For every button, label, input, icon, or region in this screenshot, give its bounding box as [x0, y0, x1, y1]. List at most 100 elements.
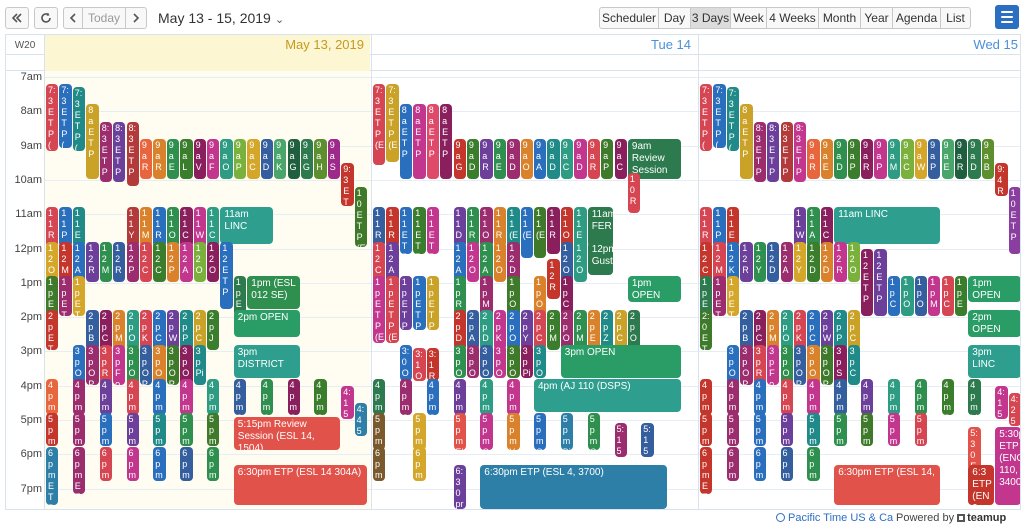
- calendar-event[interactable]: 2p J: [207, 310, 220, 351]
- calendar-event[interactable]: 8:3 ETP: [99, 121, 113, 183]
- calendar-event[interactable]: 8a ETP: [86, 104, 99, 179]
- calendar-event[interactable]: 12 C: [153, 241, 166, 282]
- view-list-button[interactable]: List: [941, 7, 971, 29]
- calendar-event[interactable]: 1p ETP: [726, 275, 740, 317]
- calendar-event[interactable]: 6pm OP: [753, 447, 767, 481]
- calendar-event[interactable]: 4pm (AJ 110 (DSPS): [534, 378, 681, 413]
- view-agenda-button[interactable]: Agenda: [893, 7, 941, 29]
- calendar-event[interactable]: 9:3 ETP: [341, 162, 354, 207]
- calendar-event[interactable]: 8a ETP: [740, 104, 753, 179]
- calendar-event[interactable]: 3p OP: [493, 344, 507, 378]
- calendar-event[interactable]: 4pm DIS: [700, 378, 713, 416]
- calendar-event[interactable]: 12 R: [740, 241, 753, 282]
- calendar-event[interactable]: 12 Y: [753, 241, 767, 282]
- calendar-event[interactable]: 5pm OP: [861, 413, 874, 447]
- calendar-event[interactable]: 7:3 ETP (: [59, 83, 72, 149]
- calendar-event[interactable]: 4pm PR: [480, 378, 493, 416]
- calendar-event[interactable]: 7:3 ETP (: [726, 87, 740, 152]
- calendar-event[interactable]: 9:4 R: [995, 162, 1008, 197]
- calendar-event[interactable]: 3:1 Re: [426, 348, 440, 382]
- calendar-event[interactable]: 8:3 ETP: [793, 121, 807, 183]
- calendar-event[interactable]: 2p M: [547, 310, 560, 351]
- calendar-event[interactable]: 12 R: [86, 241, 99, 282]
- calendar-event[interactable]: 12pm Gust: [587, 241, 614, 275]
- calendar-event[interactable]: 5pm Yusu: [507, 413, 520, 450]
- view-day-button[interactable]: Day: [659, 7, 691, 29]
- calendar-event[interactable]: 5pm Revi: [753, 413, 767, 447]
- calendar-event[interactable]: 3p Fo: [767, 344, 780, 385]
- calendar-event[interactable]: 4pm PR: [207, 378, 220, 416]
- calendar-event[interactable]: 9a D: [968, 138, 981, 179]
- calendar-event[interactable]: 11 (E: [534, 207, 547, 258]
- calendar-event[interactable]: 12 A: [180, 241, 193, 282]
- calendar-event[interactable]: 12 O: [207, 241, 220, 282]
- calendar-event[interactable]: 7:3 ETP (E: [373, 83, 386, 166]
- timezone-link[interactable]: Pacific Time US & Ca: [776, 512, 893, 524]
- calendar-event[interactable]: 1p C: [941, 275, 954, 317]
- calendar-event[interactable]: 6pm OP: [780, 447, 793, 481]
- calendar-event[interactable]: 3p OP: [740, 344, 753, 385]
- calendar-event[interactable]: 9a P: [847, 138, 860, 179]
- calendar-event[interactable]: 9a G: [287, 138, 300, 179]
- calendar-event[interactable]: 12 D: [807, 241, 820, 282]
- calendar-event[interactable]: 5pm OP: [207, 413, 220, 447]
- calendar-event[interactable]: 8:3 ETP: [126, 121, 139, 186]
- calendar-event[interactable]: 8:3 ETP: [113, 121, 126, 183]
- calendar-event[interactable]: 3p OP: [507, 344, 520, 378]
- calendar-event[interactable]: 6pm ETP: [72, 447, 86, 495]
- calendar-event[interactable]: 8a ETP: [413, 104, 426, 179]
- view-month-button[interactable]: Month: [819, 7, 861, 29]
- calendar-event[interactable]: 9a P: [233, 138, 247, 179]
- calendar-event[interactable]: 9a R: [153, 138, 166, 179]
- view-week-button[interactable]: Week: [731, 7, 767, 29]
- calendar-event[interactable]: 5pm OP: [780, 413, 793, 447]
- calendar-event[interactable]: 5pm OP: [834, 413, 847, 447]
- calendar-event[interactable]: 5pm Yaha: [373, 413, 386, 450]
- calendar-event[interactable]: 3p Pi: [520, 344, 533, 378]
- calendar-event[interactable]: 4pm OP: [887, 378, 901, 416]
- calendar-event[interactable]: 9a E: [820, 138, 834, 179]
- calendar-event[interactable]: 5pm OP: [700, 413, 713, 447]
- calendar-event[interactable]: 8a ETP: [440, 104, 453, 179]
- calendar-event[interactable]: 12 ETP: [861, 248, 874, 317]
- calendar-event[interactable]: 4:25p Rev: [1008, 392, 1020, 426]
- calendar-event[interactable]: 10 ETP (E: [354, 186, 367, 248]
- calendar-event[interactable]: 1pm OPEN: [627, 275, 681, 303]
- calendar-event[interactable]: 4pm Revi: [861, 378, 874, 416]
- calendar-event[interactable]: 11am LINC: [220, 207, 274, 244]
- calendar-event[interactable]: 6pm OP: [807, 447, 820, 481]
- calendar-event[interactable]: 7:3 ETP (E: [386, 83, 399, 162]
- calendar-event[interactable]: 4:45 Re: [354, 402, 367, 437]
- calendar-event[interactable]: 1p ETP: [426, 275, 440, 330]
- calendar-event[interactable]: 9a C: [560, 138, 574, 179]
- calendar-event[interactable]: 3p OP: [139, 344, 153, 385]
- calendar-event[interactable]: 3:0 OP: [399, 344, 413, 382]
- calendar-event[interactable]: 11 R: [547, 207, 560, 255]
- calendar-event[interactable]: 5pm OPE: [534, 413, 547, 450]
- calendar-event[interactable]: 1p ETP (E: [373, 275, 386, 344]
- calendar-event[interactable]: 5pm OPE: [413, 413, 426, 450]
- calendar-event[interactable]: 9a D: [547, 138, 560, 179]
- calendar-event[interactable]: 1p ETP: [413, 275, 426, 330]
- calendar-event[interactable]: 6:3 ETP (EN 9,: [968, 464, 995, 505]
- calendar-event[interactable]: 1pm OPEN: [968, 275, 1020, 303]
- calendar-event[interactable]: 3:1 OP: [413, 348, 426, 382]
- calendar-event[interactable]: 9a E: [166, 138, 180, 179]
- calendar-event[interactable]: 9a P: [928, 138, 941, 179]
- calendar-event[interactable]: 8:3 ETP: [753, 121, 767, 183]
- calendar-event[interactable]: 12 ETP: [874, 248, 887, 317]
- calendar-event[interactable]: 6:30pr ETP: [453, 464, 466, 509]
- calendar-event[interactable]: 5pm Bria: [887, 413, 901, 447]
- calendar-event[interactable]: 9a K: [274, 138, 287, 179]
- calendar-event[interactable]: 12 O: [847, 241, 860, 282]
- calendar-event[interactable]: 5pm OPE: [587, 413, 601, 450]
- calendar-event[interactable]: 5pm OP: [99, 413, 113, 447]
- calendar-event[interactable]: 4pm OP: [153, 378, 166, 416]
- calendar-event[interactable]: 9a M: [887, 138, 901, 179]
- calendar-event[interactable]: 11 ETP: [399, 207, 413, 255]
- calendar-event[interactable]: 4pm OP: [46, 378, 59, 416]
- calendar-event[interactable]: 3p OP: [166, 344, 180, 385]
- calendar-event[interactable]: 12 O: [466, 241, 480, 282]
- collapse-sidebar-button[interactable]: [5, 7, 29, 29]
- calendar-event[interactable]: 6:30pm ETP (ESL 4, 3700): [480, 464, 668, 509]
